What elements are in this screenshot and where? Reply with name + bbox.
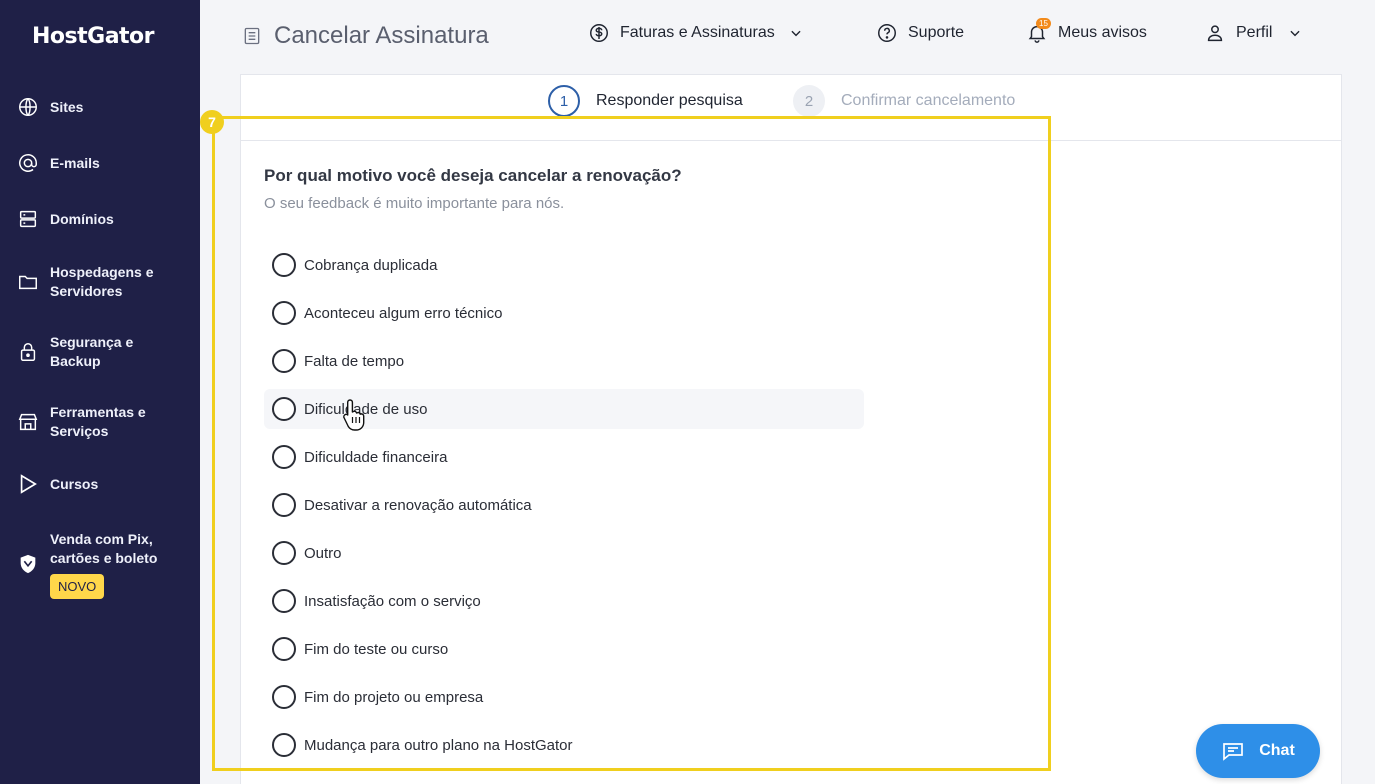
store-icon <box>16 410 40 434</box>
step-label: Responder pesquisa <box>596 92 743 109</box>
radio-button[interactable] <box>272 301 296 325</box>
radio-button[interactable] <box>272 445 296 469</box>
chevron-down-icon <box>791 30 801 37</box>
sidebar-item-label: Cursos <box>50 475 99 492</box>
sidebar-item-label: Segurança e Backup <box>50 334 134 369</box>
hand-cursor-icon <box>343 399 365 431</box>
step-number: 2 <box>793 85 825 117</box>
radio-button[interactable] <box>272 349 296 373</box>
top-header: Cancelar Assinatura Faturas e Assinatura… <box>200 0 1375 72</box>
page-title-text: Cancelar Assinatura <box>274 22 489 49</box>
reason-option[interactable]: Falta de tempo <box>264 341 864 381</box>
sidebar-item-label: Hospedagens e Servidores <box>50 264 154 299</box>
server-icon <box>16 207 40 231</box>
reason-label: Fim do teste ou curso <box>304 640 449 658</box>
sidebar-item-label: Venda com Pix, cartões e boleto <box>50 531 158 566</box>
radio-button[interactable] <box>272 637 296 661</box>
shield-icon <box>16 552 40 576</box>
chat-label: Chat <box>1259 742 1295 759</box>
sidebar-item-label: Sites <box>50 98 84 115</box>
sidebar-item-label: E-mails <box>50 154 100 171</box>
reason-option[interactable]: Insatisfação com o serviço <box>264 581 864 621</box>
profile-label: Perfil <box>1236 24 1273 41</box>
survey-subtitle: O seu feedback é muito importante para n… <box>264 195 565 212</box>
sidebar: HostGator Sites E-mails Domínios Hospeda… <box>0 0 200 784</box>
support-label: Suporte <box>908 24 965 41</box>
sidebar-item-hospedagens[interactable]: Hospedagens e Servidores <box>16 263 196 301</box>
reason-label: Aconteceu algum erro técnico <box>304 304 503 322</box>
at-icon <box>16 151 40 175</box>
folder-icon <box>16 270 40 294</box>
chat-button[interactable]: Chat <box>1196 724 1320 778</box>
reason-option[interactable]: Dificuldade financeira <box>264 437 864 477</box>
document-list-icon <box>244 27 260 45</box>
reason-label: Insatisfação com o serviço <box>304 592 481 610</box>
sidebar-item-label: Ferramentas e Serviços <box>50 404 146 439</box>
profile-menu[interactable]: Perfil <box>1204 22 1302 44</box>
reason-option[interactable]: Outro <box>264 533 864 573</box>
lock-icon <box>16 340 40 364</box>
sidebar-item-emails[interactable]: E-mails <box>16 151 196 175</box>
reason-option[interactable]: Mudança para outro plano na HostGator <box>264 725 864 765</box>
reason-option[interactable]: Aconteceu algum erro técnico <box>264 293 864 333</box>
chat-bubble-icon <box>1223 743 1244 761</box>
sidebar-item-seguranca[interactable]: Segurança e Backup <box>16 333 196 371</box>
sidebar-item-ferramentas[interactable]: Ferramentas e Serviços <box>16 403 196 441</box>
step-confirmar-cancelamento: 2 Confirmar cancelamento <box>793 85 1015 117</box>
sidebar-item-dominios[interactable]: Domínios <box>16 207 196 231</box>
radio-button[interactable] <box>272 493 296 517</box>
step-label: Confirmar cancelamento <box>841 92 1016 109</box>
radio-button[interactable] <box>272 253 296 277</box>
support-link[interactable]: Suporte <box>876 22 964 44</box>
reason-label: Fim do projeto ou empresa <box>304 688 484 706</box>
radio-button[interactable] <box>272 685 296 709</box>
billing-label: Faturas e Assinaturas <box>620 24 775 41</box>
notification-count-badge: 15 <box>1036 18 1051 29</box>
radio-button[interactable] <box>272 589 296 613</box>
new-badge: NOVO <box>50 574 105 599</box>
reason-label: Falta de tempo <box>304 352 405 370</box>
sidebar-item-cursos[interactable]: Cursos <box>16 472 196 496</box>
reason-label: Cobrança duplicada <box>304 256 438 274</box>
reason-label: Desativar a renovação automática <box>304 496 532 514</box>
annotation-marker: 7 <box>200 110 224 134</box>
reason-label: Dificuldade financeira <box>304 448 448 466</box>
radio-button[interactable] <box>272 733 296 757</box>
dollar-circle-icon <box>590 24 608 42</box>
page-title: Cancelar Assinatura <box>242 22 489 50</box>
billing-menu[interactable]: Faturas e Assinaturas <box>588 22 803 44</box>
reason-option[interactable]: Cobrança duplicada <box>264 245 864 285</box>
stepper: 1 Responder pesquisa 2 Confirmar cancela… <box>241 75 1341 141</box>
chevron-down-icon <box>1290 30 1301 37</box>
user-icon <box>1207 25 1223 42</box>
step-number: 1 <box>548 85 580 117</box>
sidebar-item-venda-pix[interactable]: Venda com Pix, cartões e boleto NOVO <box>16 530 196 599</box>
reason-option[interactable]: Fim do teste ou curso <box>264 629 864 669</box>
notifications-link[interactable]: 15 Meus avisos <box>1026 18 1147 44</box>
play-icon <box>16 472 40 496</box>
reason-label: Outro <box>304 544 342 562</box>
bell-icon: 15 <box>1026 18 1051 44</box>
reason-option[interactable]: Desativar a renovação automática <box>264 485 864 525</box>
sidebar-item-label: Domínios <box>50 210 114 227</box>
sidebar-item-sites[interactable]: Sites <box>16 95 196 119</box>
help-circle-icon <box>878 24 896 42</box>
reason-option[interactable]: Fim do projeto ou empresa <box>264 677 864 717</box>
hostgator-logo[interactable]: HostGator <box>32 24 155 49</box>
step-responder-pesquisa: 1 Responder pesquisa <box>548 85 743 117</box>
reason-label: Mudança para outro plano na HostGator <box>304 736 573 754</box>
radio-button[interactable] <box>272 397 296 421</box>
globe-icon <box>16 95 40 119</box>
notifications-label: Meus avisos <box>1058 24 1147 41</box>
radio-button[interactable] <box>272 541 296 565</box>
survey-question: Por qual motivo você deseja cancelar a r… <box>264 166 682 185</box>
